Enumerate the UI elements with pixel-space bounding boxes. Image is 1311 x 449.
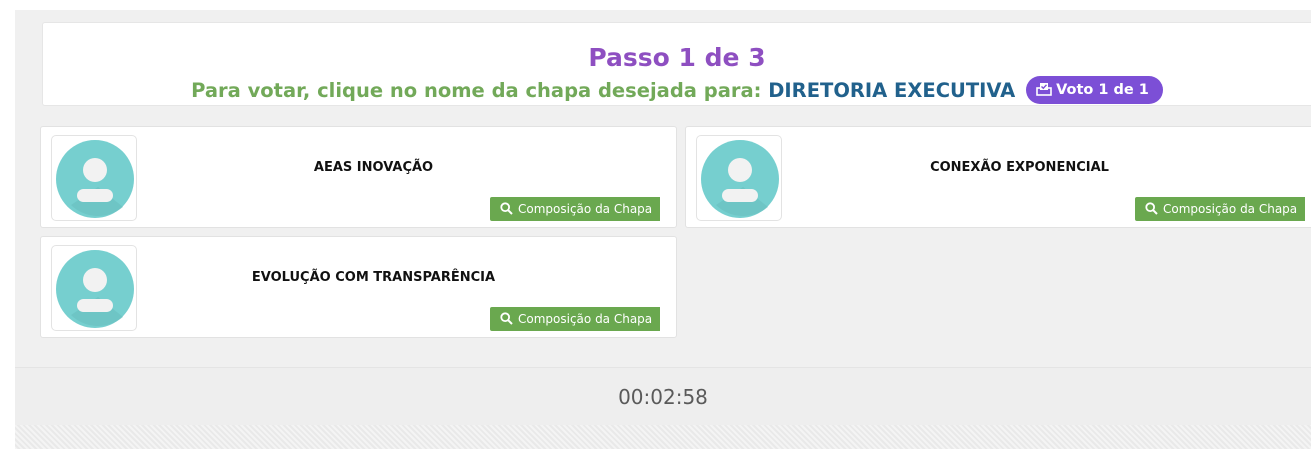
chapa-card[interactable]: AEAS INOVAÇÃO Composição da Chapa <box>40 126 677 228</box>
step-header: Passo 1 de 3 Para votar, clique no nome … <box>42 22 1311 106</box>
avatar <box>51 135 137 221</box>
composition-button[interactable]: Composição da Chapa <box>490 197 661 221</box>
vote-count-badge: Voto 1 de 1 <box>1026 76 1163 104</box>
user-avatar-icon <box>56 250 134 328</box>
footer-divider <box>15 425 1311 449</box>
search-icon <box>500 312 513 325</box>
chapa-name[interactable]: CONEXÃO EXPONENCIAL <box>686 160 1311 175</box>
chapa-name[interactable]: AEAS INOVAÇÃO <box>41 160 676 175</box>
instruction-text: Para votar, clique no nome da chapa dese… <box>191 79 762 102</box>
user-avatar-icon <box>56 140 134 218</box>
avatar <box>696 135 782 221</box>
search-icon <box>1145 202 1158 215</box>
countdown-timer: 00:02:58 <box>618 385 708 409</box>
chapa-card[interactable]: EVOLUÇÃO COM TRANSPARÊNCIA Composição da… <box>40 236 677 338</box>
composition-button-label: Composição da Chapa <box>1163 202 1298 216</box>
composition-button-label: Composição da Chapa <box>518 202 653 216</box>
avatar <box>51 245 137 331</box>
search-icon <box>500 202 513 215</box>
ballot-box-icon <box>1036 83 1052 96</box>
chapa-name[interactable]: EVOLUÇÃO COM TRANSPARÊNCIA <box>41 270 676 285</box>
timer-bar: 00:02:58 <box>15 367 1311 425</box>
voting-panel: Passo 1 de 3 Para votar, clique no nome … <box>15 10 1311 426</box>
composition-button-label: Composição da Chapa <box>518 312 653 326</box>
chapa-card[interactable]: CONEXÃO EXPONENCIAL Composição da Chapa <box>685 126 1311 228</box>
office-name: DIRETORIA EXECUTIVA <box>768 79 1016 102</box>
composition-button[interactable]: Composição da Chapa <box>1135 197 1306 221</box>
step-title: Passo 1 de 3 <box>588 43 766 72</box>
user-avatar-icon <box>701 140 779 218</box>
vote-badge-label: Voto 1 de 1 <box>1056 82 1149 98</box>
composition-button[interactable]: Composição da Chapa <box>490 307 661 331</box>
voting-instruction: Para votar, clique no nome da chapa dese… <box>43 76 1311 104</box>
